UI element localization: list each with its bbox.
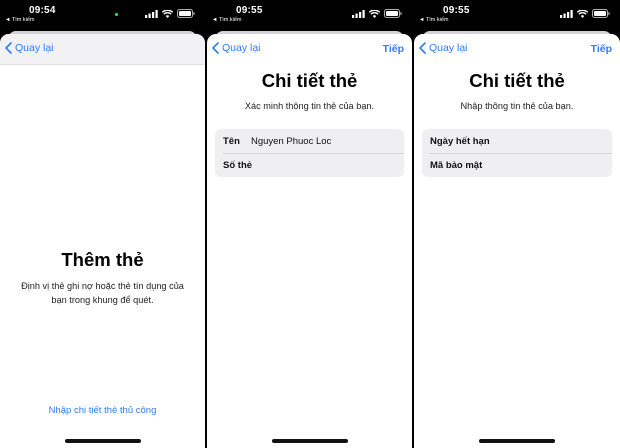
home-indicator[interactable]: [479, 439, 555, 443]
field-label: Số thẻ: [223, 159, 253, 171]
back-button[interactable]: Quay lại: [419, 42, 468, 54]
next-button[interactable]: Tiếp: [383, 43, 404, 55]
back-button-label: Quay lại: [15, 42, 54, 54]
field-value: Nguyen Phuoc Loc: [251, 135, 332, 147]
back-button-label: Quay lại: [429, 42, 468, 54]
status-icons: [352, 9, 402, 18]
wifi-icon: [162, 9, 173, 18]
status-icons: [145, 9, 195, 18]
cellular-signal-icon: [560, 9, 573, 18]
card-details-sheet: Quay lại Tiếp Chi tiết thẻ Xác minh thôn…: [207, 34, 412, 448]
home-indicator[interactable]: [64, 439, 141, 443]
expiry-date-field[interactable]: Ngày hết hạn: [422, 129, 612, 153]
chevron-left-icon: [5, 42, 12, 54]
wifi-icon: [577, 9, 588, 18]
battery-icon: [592, 9, 610, 18]
screen-add-card: 09:54 ◄ Tìm kiếm Quay lại Thêm thẻ Định …: [0, 0, 205, 448]
page-title: Chi tiết thẻ: [469, 70, 565, 91]
status-bar: 09:55 ◄ Tìm kiếm: [207, 0, 412, 30]
status-time: 09:55: [443, 5, 470, 16]
card-details-form: Ngày hết hạn Mã bảo mật: [422, 129, 612, 177]
field-label: Ngày hết hạn: [430, 135, 490, 147]
chevron-left-icon: [419, 42, 426, 54]
enter-details-manually-link[interactable]: Nhập chi tiết thẻ thủ công: [0, 405, 205, 416]
back-to-app-link[interactable]: ◄ Tìm kiếm: [5, 17, 34, 23]
page-subtitle: Nhập thông tin thẻ của bạn.: [460, 101, 574, 111]
screen-card-details-verify: 09:55 ◄ Tìm kiếm Quay lại Tiếp Chi tiết …: [207, 0, 412, 448]
home-indicator[interactable]: [271, 439, 348, 443]
cellular-signal-icon: [145, 9, 158, 18]
next-button[interactable]: Tiếp: [591, 43, 612, 55]
page-title: Thêm thẻ: [61, 249, 144, 270]
security-code-field[interactable]: Mã bảo mật: [422, 153, 612, 177]
camera-indicator-icon: [115, 13, 118, 16]
subtitle-line: Định vị thẻ ghi nợ hoặc thẻ tín dụng của: [21, 281, 184, 291]
battery-icon: [177, 9, 195, 18]
chevron-left-icon: [212, 42, 219, 54]
page-subtitle: Định vị thẻ ghi nợ hoặc thẻ tín dụng của…: [0, 279, 205, 307]
status-time: 09:55: [236, 5, 263, 16]
name-field[interactable]: Tên Nguyen Phuoc Loc: [215, 129, 404, 153]
nav-bar: Quay lại: [0, 34, 205, 65]
status-bar: 09:54 ◄ Tìm kiếm: [0, 0, 205, 30]
card-details-sheet: Quay lại Tiếp Chi tiết thẻ Nhập thông ti…: [414, 34, 620, 448]
back-button[interactable]: Quay lại: [5, 42, 54, 54]
battery-icon: [384, 9, 402, 18]
back-button-label: Quay lại: [222, 42, 261, 54]
page-title: Chi tiết thẻ: [261, 70, 358, 91]
back-to-app-link[interactable]: ◄ Tìm kiếm: [419, 17, 448, 23]
status-icons: [560, 9, 610, 18]
back-button[interactable]: Quay lại: [212, 42, 261, 54]
add-card-sheet: Quay lại Thêm thẻ Định vị thẻ ghi nợ hoặ…: [0, 34, 205, 448]
field-label: Mã bảo mật: [430, 159, 483, 171]
wifi-icon: [369, 9, 380, 18]
back-to-app-link[interactable]: ◄ Tìm kiếm: [212, 17, 241, 23]
screen-card-details-enter: 09:55 ◄ Tìm kiếm Quay lại Tiếp Chi tiết …: [414, 0, 620, 448]
status-time: 09:54: [29, 5, 56, 16]
field-label: Tên: [223, 135, 240, 147]
cellular-signal-icon: [352, 9, 365, 18]
subtitle-line: bạn trong khung để quét.: [51, 295, 154, 305]
page-subtitle: Xác minh thông tin thẻ của bạn.: [244, 101, 375, 111]
status-bar: 09:55 ◄ Tìm kiếm: [414, 0, 620, 30]
card-number-field[interactable]: Số thẻ: [215, 153, 404, 177]
card-details-form: Tên Nguyen Phuoc Loc Số thẻ: [215, 129, 404, 177]
